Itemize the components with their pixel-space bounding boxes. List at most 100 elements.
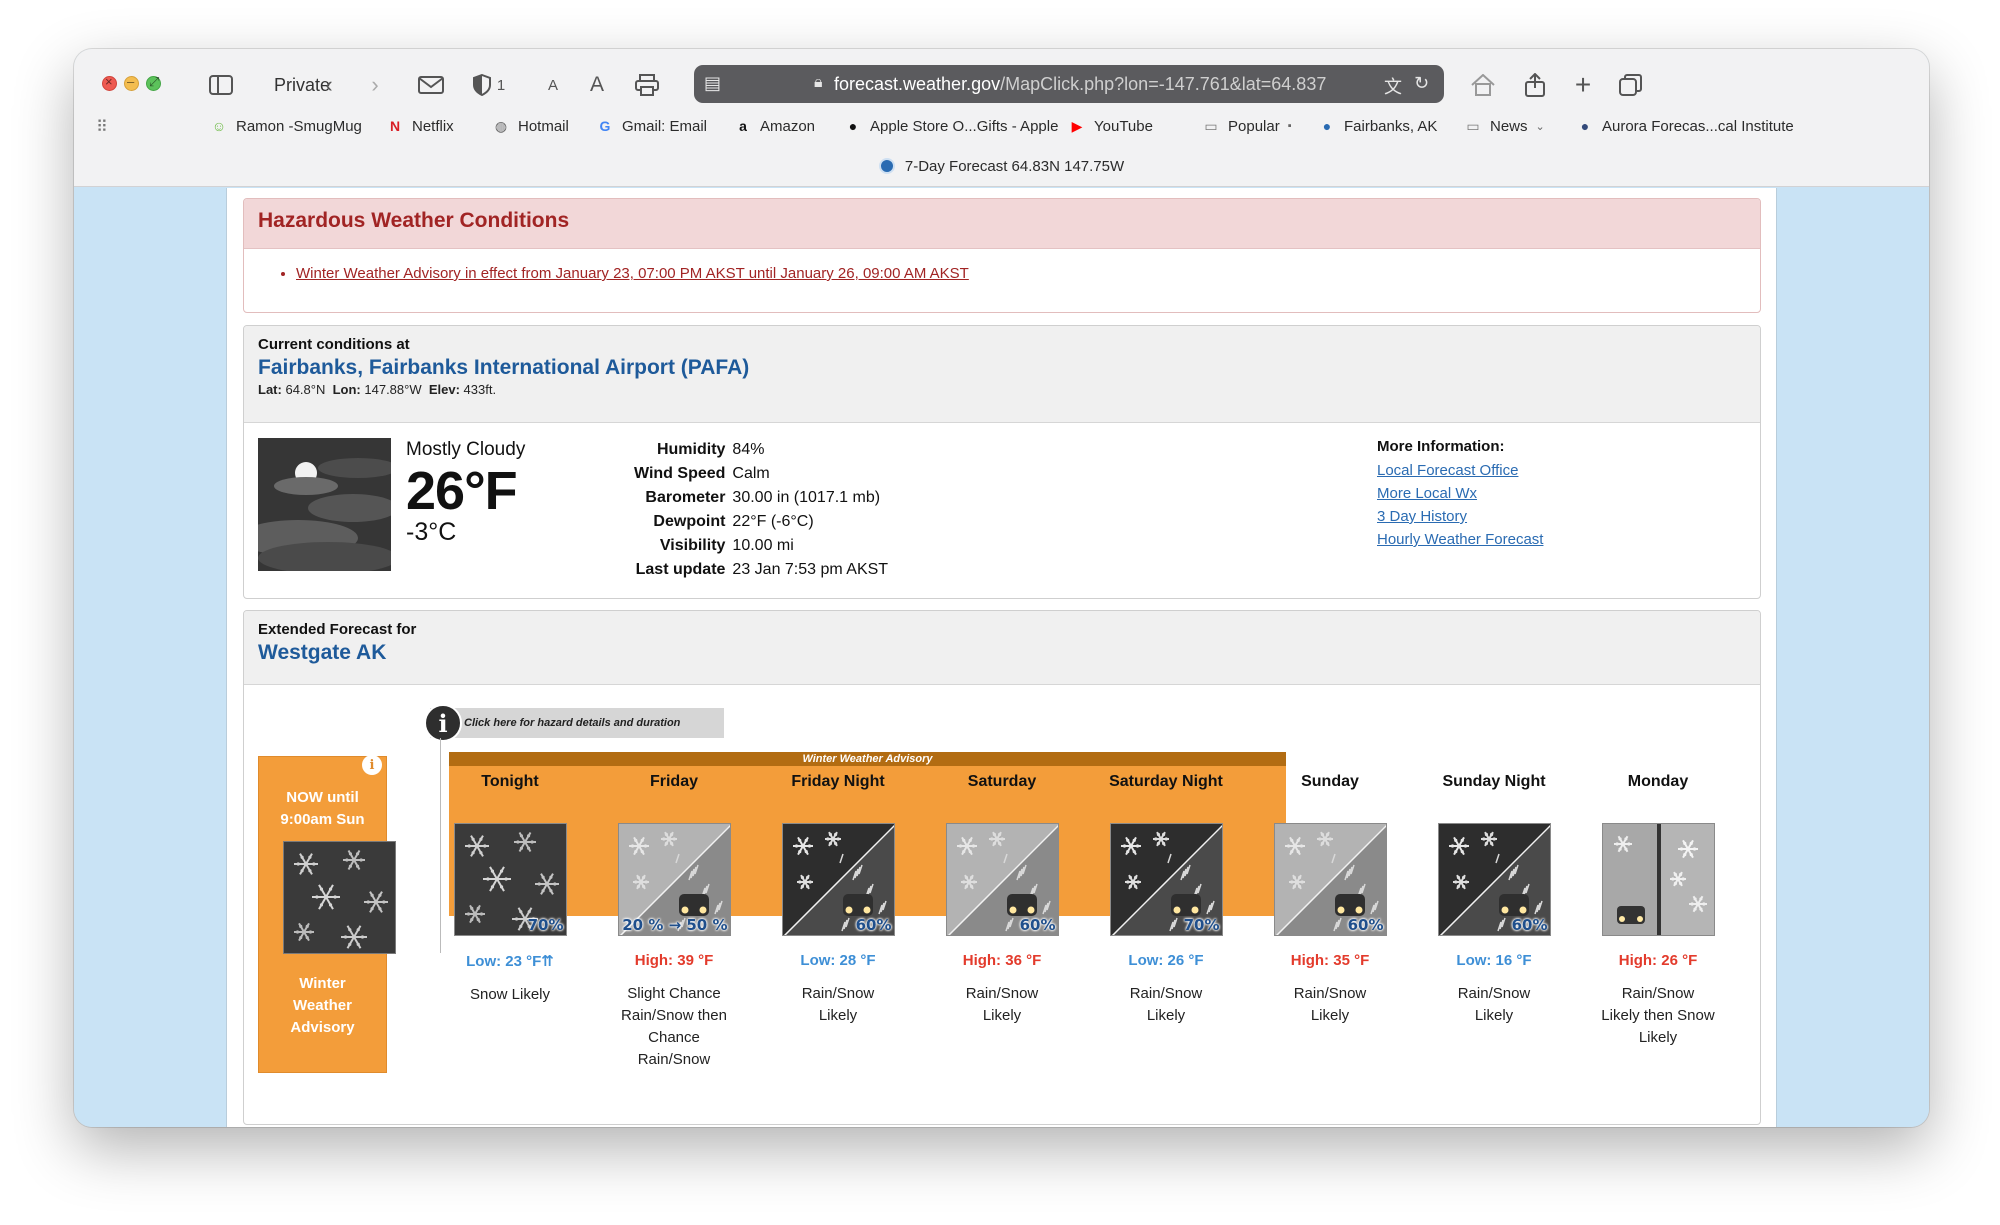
snowflake-icon <box>283 841 396 954</box>
bookmark-label: Netflix <box>412 117 454 135</box>
share-button[interactable] <box>1518 67 1552 103</box>
more-information: More Information: Local Forecast Office M… <box>1377 438 1543 551</box>
current-details-table: Humidity 84% Wind Speed Calm Barometer 30.00 … <box>634 438 894 582</box>
bookmark-item[interactable]: ◍ Hotmail <box>492 117 569 135</box>
more-info-link[interactable]: Local Forecast Office <box>1377 459 1543 482</box>
translate-icon[interactable]: 文 <box>1384 73 1402 99</box>
privacy-report-button[interactable]: 1 <box>464 67 514 103</box>
period-description: Rain/Snow Likely <box>1293 985 1367 1024</box>
now-until-text: NOW until 9:00am Sun <box>280 789 365 828</box>
precip-chance: 60% <box>1511 916 1548 934</box>
print-button[interactable] <box>630 67 664 103</box>
sidebar-toggle-button[interactable] <box>204 67 238 103</box>
bookmark-item[interactable]: ● Apple Store O...Gifts - Apple <box>844 117 1059 135</box>
mail-button[interactable] <box>414 67 448 103</box>
active-tab[interactable]: 7-Day Forecast 64.83N 147.75W <box>74 150 1929 182</box>
forecast-period[interactable]: Friday 20 % → 50 % High: 39 °F Slight Chanc… <box>599 771 749 1071</box>
extended-forecast-panel: Extended Forecast for Westgate AK Click … <box>243 610 1761 1125</box>
current-header: Current conditions at Fairbanks, Fairban… <box>244 326 1760 423</box>
forecast-period[interactable]: Saturday 60% High: 36 °F Rain/Snow Likely <box>927 771 1077 1027</box>
envelope-icon <box>418 76 444 94</box>
lock-icon: 🔒︎ <box>814 74 823 91</box>
zoom-window-button[interactable]: ⤢ <box>146 74 161 91</box>
period-description: Slight Chance Rain/Snow then Chance Rain… <box>621 985 727 1068</box>
aurora-icon: ● <box>1580 118 1590 134</box>
minimize-window-button[interactable]: – <box>124 74 139 91</box>
more-info-link[interactable]: Hourly Weather Forecast <box>1377 528 1543 551</box>
hazard-title: Hazardous Weather Conditions <box>258 209 570 232</box>
chevron-left-icon: ‹ <box>325 72 333 97</box>
detail-row: Dewpoint 22°F (-6°C) <box>634 510 894 534</box>
bookmark-item[interactable]: ● Aurora Forecas...cal Institute <box>1576 117 1794 135</box>
sidebar-icon <box>209 75 233 95</box>
now-hazard-box[interactable]: i NOW until 9:00am Sun Winter Weather Ad… <box>258 755 396 1073</box>
bookmark-item[interactable]: ▶ YouTube <box>1068 117 1153 135</box>
precip-chance: 70% <box>1183 916 1220 934</box>
bookmark-item[interactable]: ● Fairbanks, AK <box>1318 117 1438 135</box>
temperature-c: -3°C <box>406 518 457 546</box>
advisory-band-label: Winter Weather Advisory <box>802 753 933 765</box>
forecast-period[interactable]: Sunday 60% High: 35 °F Rain/Snow Likely <box>1255 771 1405 1027</box>
detail-value: 10.00 mi <box>732 537 794 554</box>
back-button[interactable]: ‹ <box>314 67 344 103</box>
bookmark-item[interactable]: G Gmail: Email <box>596 117 707 135</box>
share-icon <box>1525 73 1545 97</box>
browser-chrome: × – ⤢ Private ‹ › 1 A A ▤ 🔒︎ forecast.we… <box>74 49 1929 187</box>
bookmark-label: Amazon <box>760 117 816 135</box>
reload-icon[interactable]: ↻ <box>1414 73 1429 94</box>
close-window-button[interactable]: × <box>102 74 117 91</box>
period-description: Rain/Snow Likely <box>965 985 1039 1024</box>
hazard-link[interactable]: Winter Weather Advisory in effect from J… <box>296 265 969 282</box>
home-button[interactable] <box>1466 67 1500 103</box>
detail-key: Barometer <box>645 489 726 506</box>
info-icon[interactable]: i <box>362 755 382 775</box>
bookmark-item[interactable]: ▭ Popular ▪ <box>1202 117 1291 135</box>
extended-label: Extended Forecast for <box>258 621 417 638</box>
reader-view-icon[interactable]: ▤ <box>704 73 721 94</box>
rain-snow-icon: 60% <box>781 823 895 936</box>
more-info-link[interactable]: 3 Day History <box>1377 505 1543 528</box>
rain-snow-icon: 60% <box>1273 823 1387 936</box>
forward-button[interactable]: › <box>360 67 390 103</box>
fullscreen-icon: ⤢ <box>149 74 160 89</box>
bookmark-item[interactable]: ☺ Ramon -SmugMug <box>210 117 362 135</box>
detail-row: Last update 23 Jan 7:53 pm AKST <box>634 558 894 582</box>
temperature-f: 26°F <box>406 461 518 521</box>
more-info-link[interactable]: More Local Wx <box>1377 482 1543 505</box>
detail-row: Barometer 30.00 in (1017.1 mb) <box>634 486 894 510</box>
period-name: Friday <box>649 773 698 790</box>
address-bar[interactable]: ▤ 🔒︎ forecast.weather.gov/MapClick.php?l… <box>694 65 1444 103</box>
decrease-text-size-button[interactable]: A <box>541 67 565 103</box>
period-description: Rain/Snow Likely <box>1457 985 1531 1024</box>
bookmark-label: Ramon -SmugMug <box>236 117 362 135</box>
lon-label: Lon: <box>332 382 361 397</box>
hazard-list: Winter Weather Advisory in effect from J… <box>296 265 1760 282</box>
period-name: Tonight <box>481 773 539 790</box>
info-icon[interactable]: i <box>424 704 462 742</box>
new-tab-button[interactable]: + <box>1566 67 1600 103</box>
bookmark-item[interactable]: ▭ News ⌄ <box>1464 117 1545 135</box>
bookmark-item[interactable]: N Netflix <box>386 117 454 135</box>
hazard-details-button[interactable]: Click here for hazard details and durati… <box>430 708 724 738</box>
condition-text: Mostly Cloudy <box>406 439 526 460</box>
forecast-period[interactable]: Friday Night 60% Low: 28 °F Rain/Snow Likel… <box>763 771 913 1027</box>
elev-label: Elev: <box>428 382 460 397</box>
chevron-down-icon: ⌄ <box>1535 120 1545 133</box>
period-description: Rain/Snow Likely then Snow Likely <box>1601 985 1715 1046</box>
detail-value: 23 Jan 7:53 pm AKST <box>732 561 889 578</box>
station-name: Fairbanks, Fairbanks International Airpo… <box>258 356 750 379</box>
forecast-period[interactable]: Saturday Night 70% Low: 26 °F Rain/Snow Lik… <box>1091 771 1241 1027</box>
forecast-period[interactable]: Tonight 70% Low: 23 °F⇈ Snow Likely <box>435 771 585 1006</box>
forecast-period[interactable]: Sunday Night 60% Low: 16 °F Rain/Snow Likel… <box>1419 771 1569 1027</box>
forecast-period[interactable]: Monday High: 26 °F Rain/Snow Likely then S… <box>1583 771 1733 1049</box>
bookmark-label: Fairbanks, AK <box>1344 117 1438 135</box>
snow-icon: 70% <box>453 823 567 936</box>
tab-overview-button[interactable] <box>1614 67 1648 103</box>
bookmark-item[interactable]: a Amazon <box>734 117 815 135</box>
grid-icon[interactable]: ⠿ <box>96 117 108 137</box>
period-description: Rain/Snow Likely <box>801 985 875 1024</box>
netflix-icon: N <box>389 118 401 134</box>
increase-text-size-button[interactable]: A <box>582 67 612 103</box>
google-icon: G <box>599 118 611 134</box>
station-coordinates: Lat: 64.8°N Lon: 147.88°W Elev: 433ft. <box>258 382 1746 397</box>
